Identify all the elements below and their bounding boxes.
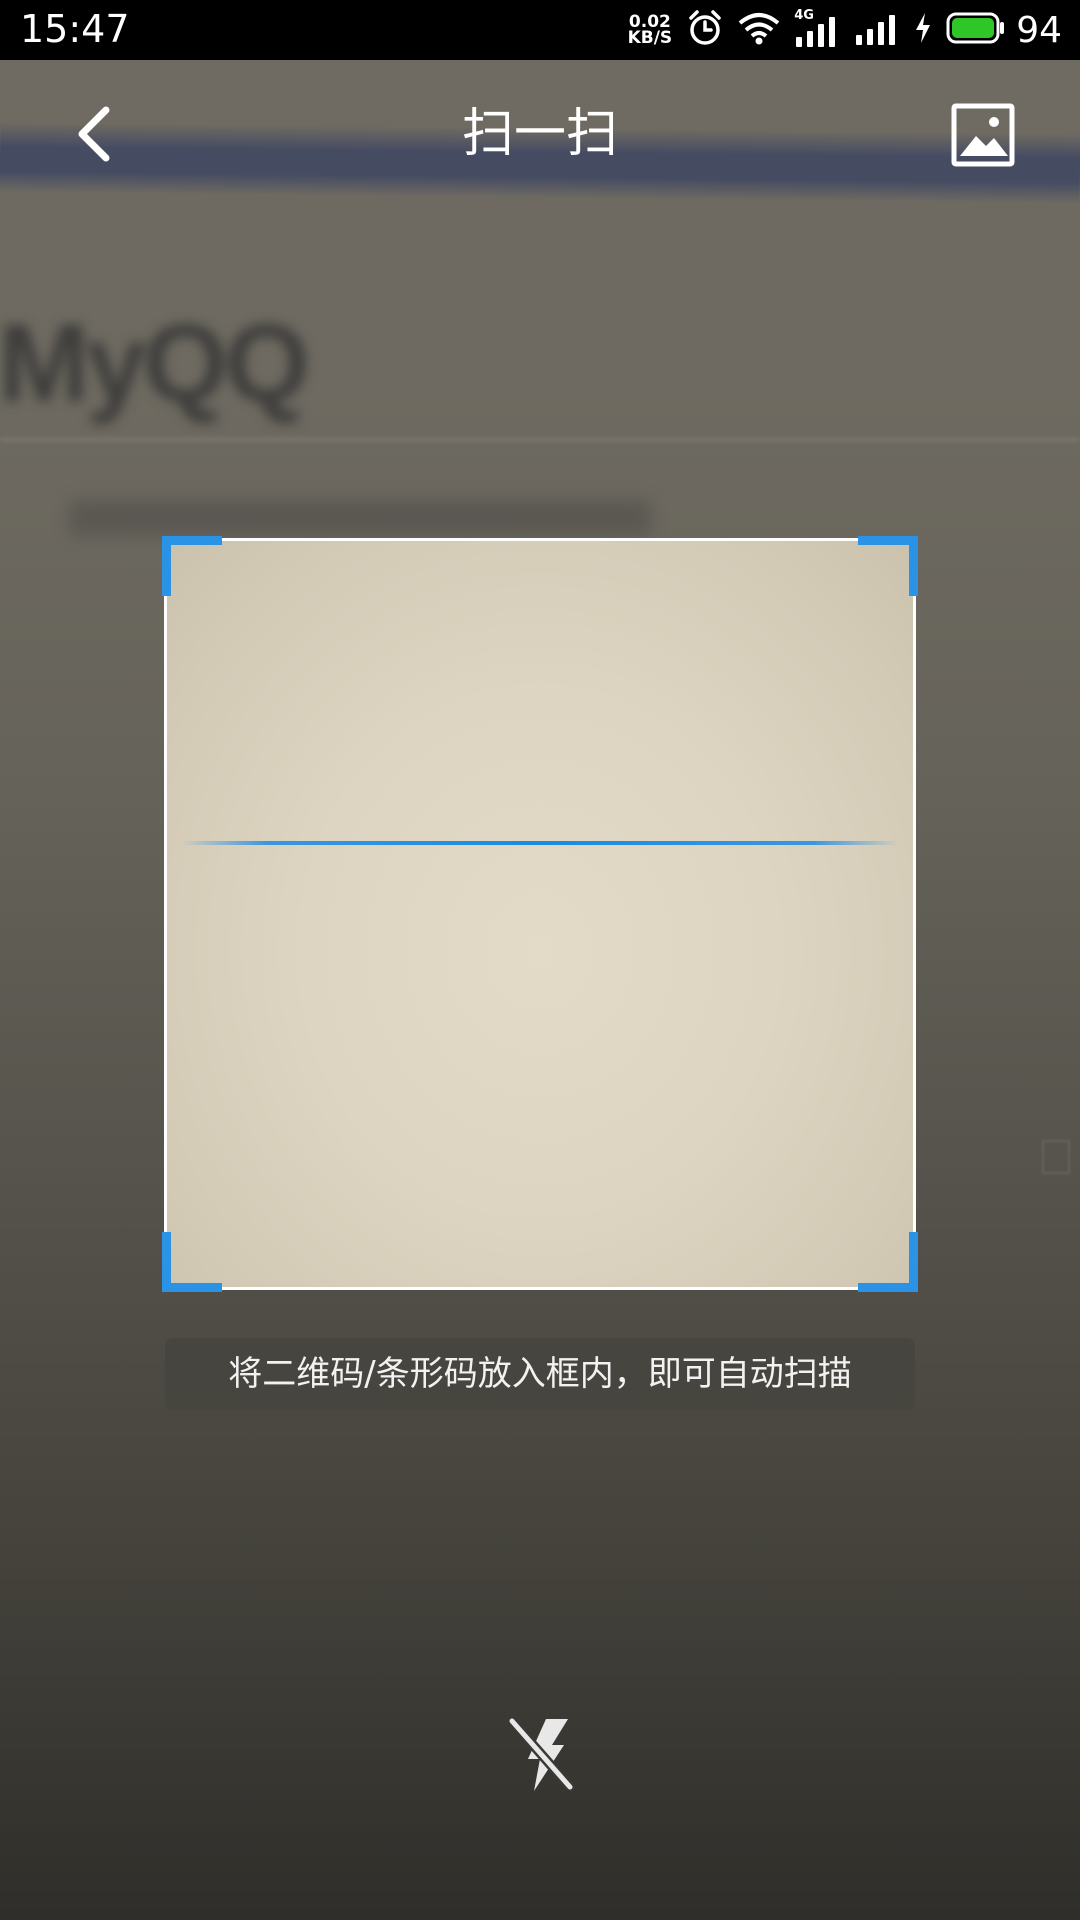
signal-4g-icon: 4G [794, 8, 840, 49]
camera-preview-line [0, 438, 1080, 441]
camera-preview-mark [1042, 1140, 1070, 1174]
battery-percent: 94 [1016, 9, 1062, 51]
scan-frame-corner-bottom-left [162, 1232, 222, 1292]
scan-frame [162, 536, 918, 1292]
scan-frame-corner-top-left [162, 536, 222, 596]
signal-icon [854, 9, 900, 51]
network-speed-unit: KB/S [627, 28, 673, 48]
scan-line [181, 841, 899, 845]
scan-screen: MyQQ 15:47 0.02 KB/S 4G 94 扫一扫 将二维码/条形码放… [0, 0, 1080, 1920]
scan-hint: 将二维码/条形码放入框内，即可自动扫描 [165, 1338, 915, 1410]
network-speed: 0.02 KB/S [627, 14, 673, 48]
status-icons: 0.02 KB/S 4G 94 [628, 8, 1062, 52]
camera-preview-text: MyQQ [0, 302, 310, 425]
image-album-icon [951, 103, 1015, 167]
charging-icon [914, 12, 932, 48]
app-bar: 扫一扫 [0, 60, 1080, 210]
scan-frame-corner-bottom-right [858, 1232, 918, 1292]
battery-icon [946, 11, 1006, 49]
flash-off-icon [507, 1716, 575, 1792]
wifi-icon [738, 11, 780, 49]
status-time: 15:47 [20, 7, 130, 51]
page-title: 扫一扫 [461, 104, 618, 164]
flashlight-toggle[interactable] [496, 1710, 586, 1800]
alarm-icon [686, 9, 724, 51]
camera-preview-caption [70, 500, 650, 536]
album-button[interactable] [948, 100, 1018, 170]
status-bar: 15:47 0.02 KB/S 4G 94 [0, 0, 1080, 60]
scan-frame-corner-top-right [858, 536, 918, 596]
